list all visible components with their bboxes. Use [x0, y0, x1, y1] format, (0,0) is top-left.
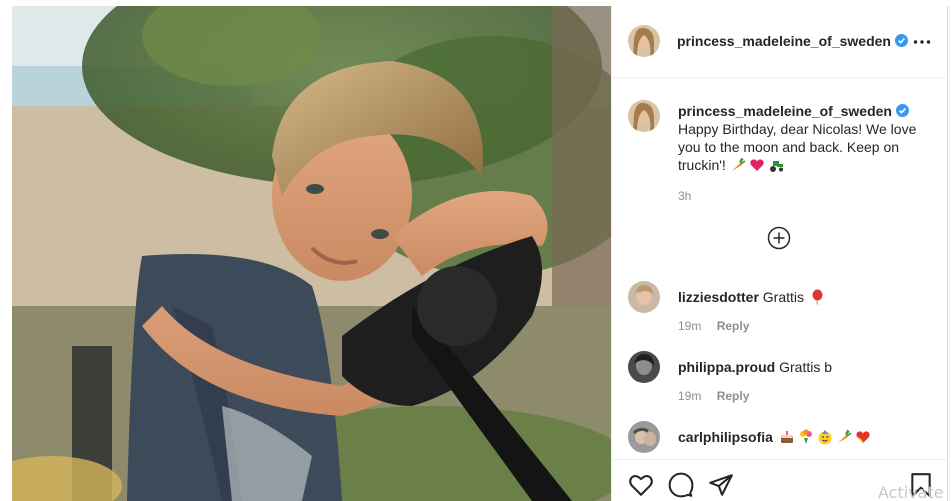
boy-photo-illustration — [12, 6, 611, 501]
commenter-avatar[interactable] — [628, 351, 660, 383]
comment-username[interactable]: lizziesdotter — [678, 289, 759, 305]
caption-author-username[interactable]: princess_madeleine_of_sweden — [678, 103, 892, 119]
post-header: princess_madeleine_of_sweden — [612, 6, 948, 78]
cake-emoji-icon — [780, 431, 793, 443]
caption-author-avatar[interactable] — [628, 100, 660, 132]
comment-bubble-icon[interactable] — [668, 472, 694, 498]
reply-button[interactable]: Reply — [717, 389, 750, 403]
caption-text: Happy Birthday, dear Nicolas! We love yo… — [678, 121, 917, 173]
party-face-emoji-icon — [818, 430, 832, 445]
caption-verified-badge-icon — [896, 104, 909, 117]
post-photo[interactable] — [12, 6, 611, 501]
page-gutter — [0, 0, 12, 501]
heart-emoji-icon — [856, 431, 870, 443]
commenter-avatar[interactable] — [628, 421, 660, 453]
comment-line: lizziesdotter Grattis — [678, 289, 825, 305]
red-heart-emoji-icon — [750, 159, 764, 171]
caption-body: princess_madeleine_of_sweden Happy Birth… — [678, 102, 928, 174]
balloon-emoji-icon — [812, 289, 823, 305]
author-username-text[interactable]: princess_madeleine_of_sweden — [677, 33, 891, 49]
comment-meta: 19m Reply — [678, 389, 749, 403]
commenter-avatar[interactable] — [628, 281, 660, 313]
comment-username[interactable]: carlphilipsofia — [678, 429, 773, 445]
bouquet-emoji-icon — [799, 429, 812, 444]
share-send-icon[interactable] — [708, 472, 734, 498]
author-avatar[interactable] — [628, 25, 660, 57]
activation-watermark: Activate — [878, 483, 944, 501]
comment-item: philippa.proud Grattis b 19m Reply — [612, 351, 948, 411]
scrollbar-track[interactable] — [947, 6, 951, 501]
comment-meta: 19m Reply — [678, 319, 749, 333]
comment-time[interactable]: 19m — [678, 319, 701, 333]
carrot-emoji-icon — [837, 429, 852, 443]
comment-emojis — [810, 289, 825, 305]
comment-time[interactable]: 19m — [678, 389, 701, 403]
more-options-icon[interactable] — [912, 32, 932, 52]
tractor-emoji-icon — [769, 161, 783, 172]
author-username[interactable]: princess_madeleine_of_sweden — [677, 33, 908, 49]
verified-badge-icon — [895, 34, 908, 47]
carrot-emoji-icon — [731, 157, 746, 171]
like-heart-icon[interactable] — [628, 472, 654, 498]
comment-text: Grattis b — [779, 359, 833, 375]
post-timestamp[interactable]: 3h — [678, 189, 691, 203]
comment-text: Grattis — [762, 289, 805, 305]
comment-line: carlphilipsofia — [678, 429, 871, 445]
post-side-panel: princess_madeleine_of_sweden princess_ma… — [611, 6, 948, 501]
comment-item: lizziesdotter Grattis 19m Reply — [612, 281, 948, 341]
caption-emojis — [730, 157, 784, 173]
comment-username[interactable]: philippa.proud — [678, 359, 775, 375]
comment-emojis — [779, 429, 871, 445]
comment-line: philippa.proud Grattis b — [678, 359, 832, 375]
reply-button[interactable]: Reply — [717, 319, 750, 333]
load-more-comments-icon[interactable] — [767, 226, 791, 250]
